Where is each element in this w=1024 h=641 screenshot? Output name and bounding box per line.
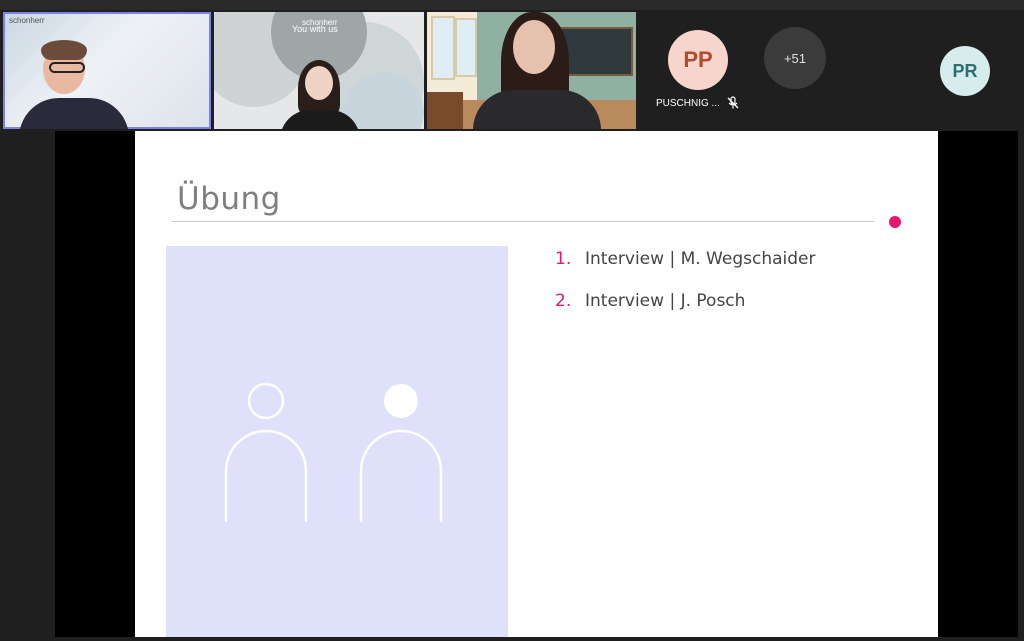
window-top-bar [0, 0, 1024, 10]
list-item: 2. Interview | J. Posch [555, 291, 815, 333]
mic-muted-icon [727, 96, 739, 109]
tile-logo-text: schonherr [9, 16, 45, 25]
list-text: Interview | J. Posch [585, 291, 746, 311]
tile-slogan-text: You with us [292, 24, 338, 34]
two-people-icon [224, 382, 443, 522]
video-tile-2[interactable]: schonherr You with us [214, 12, 424, 129]
slide-title: Übung [177, 181, 281, 217]
illustration-panel [166, 246, 508, 637]
participant-video-1 [19, 40, 141, 129]
avatar-pr[interactable]: PR [940, 46, 990, 96]
slide-list: 1. Interview | M. Wegschaider 2. Intervi… [555, 249, 815, 333]
participant-video-3 [473, 12, 603, 129]
list-number: 1. [555, 249, 572, 269]
presentation-slide: Übung 1. Interview | M. Wegschaider 2. I… [135, 131, 938, 637]
more-participants-button[interactable]: +51 [764, 27, 826, 89]
accent-dot [889, 216, 901, 228]
list-number: 2. [555, 291, 572, 311]
participant-avatars: PP PUSCHNIG ... +51 PR [638, 12, 1024, 129]
title-divider [172, 221, 874, 222]
video-tile-3[interactable] [427, 12, 636, 129]
participant-video-2 [276, 60, 366, 129]
video-tile-1[interactable]: schonherr [3, 12, 211, 129]
list-item: 1. Interview | M. Wegschaider [555, 249, 815, 291]
list-text: Interview | M. Wegschaider [585, 249, 816, 269]
avatar-pp[interactable]: PP [668, 30, 728, 90]
participant-name-label: PUSCHNIG ... [656, 98, 720, 109]
